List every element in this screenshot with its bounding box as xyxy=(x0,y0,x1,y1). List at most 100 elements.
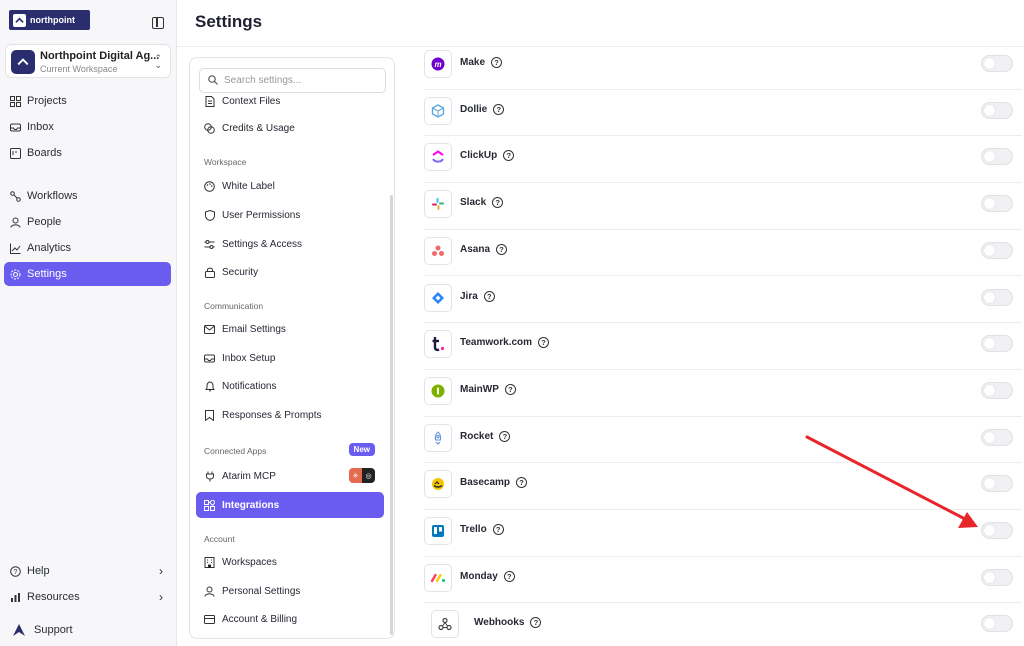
toggle-webhooks[interactable] xyxy=(981,615,1013,633)
settings-item-security[interactable]: Security xyxy=(196,259,384,285)
workspace-subtitle: Current Workspace xyxy=(40,64,118,74)
toggle-clickup[interactable] xyxy=(981,148,1013,166)
workspace-switcher[interactable]: Northpoint Digital Ag... Current Workspa… xyxy=(5,44,171,78)
integration-row-slack: Slack? xyxy=(424,183,1022,230)
settings-item-responses-prompts[interactable]: Responses & Prompts xyxy=(196,402,384,428)
chevron-right-icon: › xyxy=(159,564,163,578)
integration-row-dollie: Dollie? xyxy=(424,90,1022,137)
toggle-asana[interactable] xyxy=(981,241,1013,259)
nav-item-workflows[interactable]: Workflows xyxy=(4,184,171,208)
help-icon[interactable]: ? xyxy=(530,617,542,629)
collapse-sidebar-icon[interactable] xyxy=(152,17,164,29)
rocket-logo-icon xyxy=(424,423,452,452)
nav-item-boards[interactable]: Boards xyxy=(4,141,171,165)
openai-icon: ◎ xyxy=(362,468,375,483)
integration-label: Dollie xyxy=(460,103,488,115)
help-icon[interactable]: ? xyxy=(503,570,515,582)
help-icon[interactable]: ? xyxy=(538,337,550,349)
search-input[interactable] xyxy=(224,75,374,86)
settings-item-inbox-setup[interactable]: Inbox Setup xyxy=(196,345,384,371)
settings-menu-scrollbar[interactable] xyxy=(390,195,393,635)
bookmark-icon xyxy=(204,409,215,421)
help-icon[interactable]: ? xyxy=(516,477,528,489)
jira-logo-icon xyxy=(424,283,452,312)
settings-item-user-permissions[interactable]: User Permissions xyxy=(196,202,384,228)
toggle-trello[interactable] xyxy=(981,522,1013,539)
help-icon[interactable]: ? xyxy=(492,197,504,209)
section-heading-connected-apps: Connected Apps xyxy=(204,446,267,456)
help-icon[interactable]: ? xyxy=(483,290,495,302)
chart-icon xyxy=(10,243,21,254)
settings-item-integrations[interactable]: Integrations xyxy=(196,492,384,518)
toggle-rocket[interactable] xyxy=(981,428,1013,446)
dollie-logo-icon xyxy=(424,96,452,125)
help-icon[interactable]: ? xyxy=(493,103,505,115)
settings-item-credits-usage[interactable]: Credits & Usage xyxy=(196,115,384,141)
help-icon[interactable]: ? xyxy=(503,150,515,162)
help-icon[interactable]: ? xyxy=(491,57,503,68)
nav-item-settings[interactable]: Settings xyxy=(4,262,171,286)
help-icon[interactable]: ? xyxy=(504,383,516,395)
board-icon xyxy=(10,147,21,159)
nav-label: Analytics xyxy=(27,242,72,254)
toggle-dollie[interactable] xyxy=(981,101,1013,119)
settings-item-account-billing[interactable]: Account & Billing xyxy=(196,606,384,632)
settings-item-personal-settings[interactable]: Personal Settings xyxy=(196,578,384,604)
toggle-jira[interactable] xyxy=(981,288,1013,306)
settings-item-email-settings[interactable]: Email Settings xyxy=(196,316,384,342)
northpoint-logo[interactable]: northpoint xyxy=(9,10,90,30)
nav-item-help[interactable]: ? Help › xyxy=(4,559,171,583)
nav-label: Help xyxy=(27,565,50,577)
help-icon[interactable]: ? xyxy=(499,430,511,442)
toggle-mainwp[interactable] xyxy=(981,381,1013,399)
building-icon xyxy=(204,556,215,568)
integration-label: Rocket xyxy=(460,430,494,442)
settings-item-workspaces[interactable]: Workspaces xyxy=(196,549,384,575)
atarim-icon xyxy=(12,623,26,637)
integration-name: Webhooks? xyxy=(474,617,542,629)
toggle-slack[interactable] xyxy=(981,195,1013,213)
sliders-icon xyxy=(204,239,215,250)
lock-icon xyxy=(204,267,215,278)
plug-icon xyxy=(204,471,215,482)
workspace-avatar xyxy=(11,50,35,74)
grid-icon xyxy=(10,95,21,107)
bars-icon xyxy=(10,592,21,603)
integration-row-basecamp: Basecamp? xyxy=(424,463,1022,510)
integration-label: Jira xyxy=(460,290,478,302)
toggle-basecamp[interactable] xyxy=(981,475,1013,493)
integrations-icon xyxy=(204,499,215,511)
integration-row-make: m Make? xyxy=(424,43,1022,90)
integration-label: Asana xyxy=(460,243,491,255)
mcp-client-badges: ✳ ◎ xyxy=(349,468,375,483)
integration-name: Monday? xyxy=(460,570,515,582)
nav-item-resources[interactable]: Resources › xyxy=(4,585,171,609)
toggle-make[interactable] xyxy=(981,55,1013,72)
gear-icon xyxy=(10,269,21,280)
nav-item-analytics[interactable]: Analytics xyxy=(4,236,171,260)
nav-item-inbox[interactable]: Inbox xyxy=(4,115,171,139)
integration-row-rocket: Rocket? xyxy=(424,417,1022,464)
chevron-right-icon: › xyxy=(159,590,163,604)
settings-item-white-label[interactable]: White Label xyxy=(196,173,384,199)
teamwork-com-logo-icon xyxy=(424,330,452,359)
svg-text:?: ? xyxy=(14,569,18,576)
nav-item-people[interactable]: People xyxy=(4,210,171,234)
integration-label: Teamwork.com xyxy=(460,337,533,349)
inbox-icon xyxy=(10,122,21,133)
toggle-monday[interactable] xyxy=(981,568,1013,586)
settings-item-settings-access[interactable]: Settings & Access xyxy=(196,231,384,257)
settings-item-context-files[interactable]: Context Files xyxy=(196,88,384,114)
integration-label: Webhooks xyxy=(474,617,525,629)
toggle-teamwork-com[interactable] xyxy=(981,335,1013,353)
integration-row-clickup: ClickUp? xyxy=(424,136,1022,184)
help-icon[interactable]: ? xyxy=(496,243,508,255)
settings-item-notifications[interactable]: Notifications xyxy=(196,373,384,399)
coins-icon xyxy=(204,122,215,134)
integration-name: Slack? xyxy=(460,197,504,209)
help-icon[interactable]: ? xyxy=(492,524,504,535)
nav-item-support[interactable]: Support xyxy=(4,618,171,642)
nav-item-projects[interactable]: Projects xyxy=(4,89,171,113)
clickup-logo-icon xyxy=(424,143,452,172)
mainwp-logo-icon xyxy=(424,376,452,405)
